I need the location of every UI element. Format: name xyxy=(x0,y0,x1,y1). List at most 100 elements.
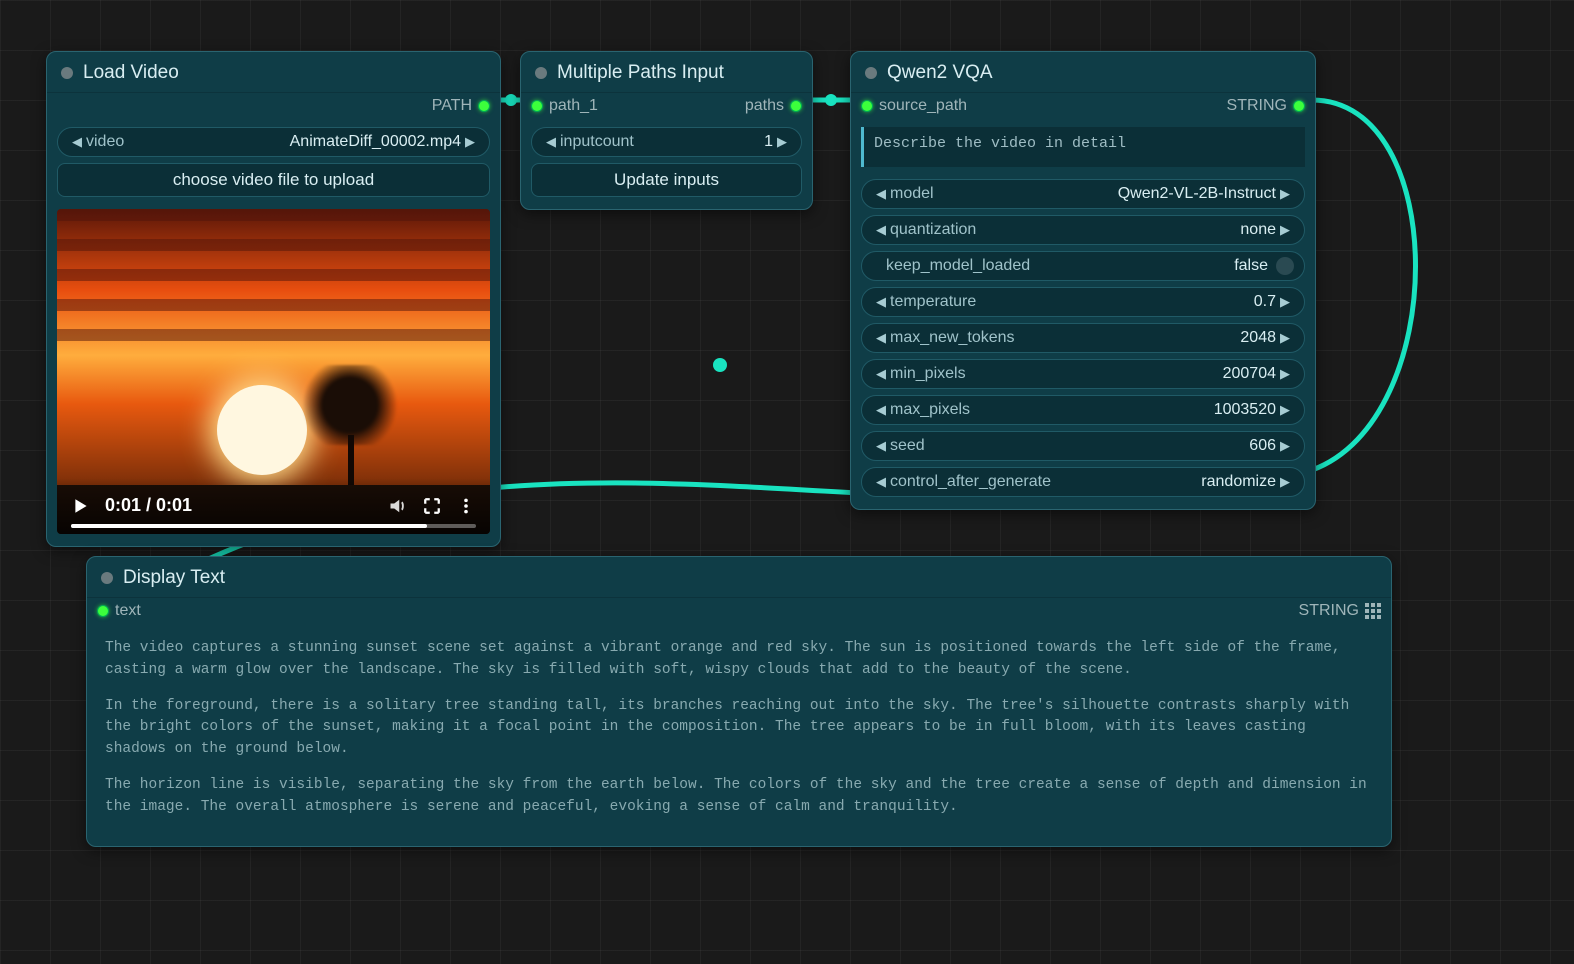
chevron-left-icon[interactable]: ◀ xyxy=(872,474,890,490)
update-inputs-button[interactable]: Update inputs xyxy=(531,163,802,197)
widget-value: none xyxy=(1240,221,1276,239)
chevron-right-icon[interactable]: ▶ xyxy=(1276,474,1294,490)
volume-icon[interactable] xyxy=(388,496,408,516)
widget-label: max_pixels xyxy=(890,401,970,419)
preview-tree xyxy=(295,365,405,485)
chevron-right-icon[interactable]: ▶ xyxy=(1276,294,1294,310)
chevron-left-icon[interactable]: ◀ xyxy=(872,402,890,418)
playback-time: 0:01 / 0:01 xyxy=(105,495,192,516)
widget-value: 1003520 xyxy=(1214,401,1276,419)
collapse-dot-icon[interactable] xyxy=(865,67,877,79)
chevron-left-icon[interactable]: ◀ xyxy=(872,438,890,454)
collapse-dot-icon[interactable] xyxy=(535,67,547,79)
widget-label: seed xyxy=(890,437,925,455)
control_after_generate-widget[interactable]: ◀control_after_generate randomize▶ xyxy=(861,467,1305,497)
display-text-body: The video captures a stunning sunset sce… xyxy=(87,624,1391,846)
node-display-text[interactable]: Display Text text STRING The video captu… xyxy=(86,556,1392,847)
chevron-left-icon[interactable]: ◀ xyxy=(872,330,890,346)
collapse-dot-icon[interactable] xyxy=(101,572,113,584)
node-header[interactable]: Qwen2 VQA xyxy=(851,52,1315,93)
widget-value: 2048 xyxy=(1240,329,1276,347)
chevron-left-icon[interactable]: ◀ xyxy=(68,134,86,150)
preview-clouds xyxy=(57,209,490,355)
node-load-video[interactable]: Load Video PATH ◀ video AnimateDiff_0000… xyxy=(46,51,501,547)
widget-label: temperature xyxy=(890,293,976,311)
chevron-left-icon[interactable]: ◀ xyxy=(872,294,890,310)
widget-label: max_new_tokens xyxy=(890,329,1015,347)
node-header[interactable]: Display Text xyxy=(87,557,1391,598)
output-slot-path: PATH xyxy=(47,93,500,119)
widget-label: control_after_generate xyxy=(890,473,1051,491)
temperature-widget[interactable]: ◀temperature 0.7▶ xyxy=(861,287,1305,317)
quantization-widget[interactable]: ◀quantization none▶ xyxy=(861,215,1305,245)
widget-label: inputcount xyxy=(560,133,634,151)
port-icon[interactable] xyxy=(1293,100,1305,112)
chevron-left-icon[interactable]: ◀ xyxy=(872,222,890,238)
output-label: paths xyxy=(745,97,784,115)
chevron-left-icon[interactable]: ◀ xyxy=(872,366,890,382)
chevron-right-icon[interactable]: ▶ xyxy=(1276,222,1294,238)
max_pixels-widget[interactable]: ◀max_pixels 1003520▶ xyxy=(861,395,1305,425)
inputcount-widget[interactable]: ◀ inputcount 1 ▶ xyxy=(531,127,802,157)
node-header[interactable]: Multiple Paths Input xyxy=(521,52,812,93)
node-header[interactable]: Load Video xyxy=(47,52,500,93)
widget-label: model xyxy=(890,185,934,203)
chevron-right-icon[interactable]: ▶ xyxy=(1276,330,1294,346)
chevron-right-icon[interactable]: ▶ xyxy=(1276,438,1294,454)
output-label: PATH xyxy=(432,97,472,115)
port-icon[interactable] xyxy=(478,100,490,112)
prompt-textarea[interactable]: Describe the video in detail xyxy=(861,127,1305,167)
chevron-right-icon[interactable]: ▶ xyxy=(1276,186,1294,202)
chevron-right-icon[interactable]: ▶ xyxy=(773,134,791,150)
widget-value: false xyxy=(1234,257,1268,275)
chevron-right-icon[interactable]: ▶ xyxy=(1276,402,1294,418)
input-label: text xyxy=(115,602,141,620)
chevron-left-icon[interactable]: ◀ xyxy=(542,134,560,150)
display-text-paragraph: The video captures a stunning sunset sce… xyxy=(105,638,1373,682)
widget-value: 200704 xyxy=(1223,365,1276,383)
port-icon[interactable] xyxy=(531,100,543,112)
display-text-paragraph: The horizon line is visible, separating … xyxy=(105,775,1373,819)
progress-bar[interactable] xyxy=(71,524,476,528)
grid-icon[interactable] xyxy=(1365,603,1381,619)
widget-value: Qwen2-VL-2B-Instruct xyxy=(1118,185,1276,203)
seed-widget[interactable]: ◀seed 606▶ xyxy=(861,431,1305,461)
collapse-dot-icon[interactable] xyxy=(61,67,73,79)
widget-value: 1 xyxy=(764,133,773,151)
port-icon[interactable] xyxy=(790,100,802,112)
widget-label: video xyxy=(86,133,124,151)
fullscreen-icon[interactable] xyxy=(422,496,442,516)
video-preview[interactable]: 0:01 / 0:01 xyxy=(57,209,490,534)
widget-label: keep_model_loaded xyxy=(886,257,1030,275)
input-label: path_1 xyxy=(549,97,598,115)
node-multiple-paths[interactable]: Multiple Paths Input path_1 paths ◀ inpu… xyxy=(520,51,813,210)
widget-value: 0.7 xyxy=(1254,293,1276,311)
chevron-left-icon[interactable]: ◀ xyxy=(872,186,890,202)
toggle-icon[interactable] xyxy=(1276,257,1294,275)
more-icon[interactable] xyxy=(456,496,476,516)
node-title: Multiple Paths Input xyxy=(557,62,724,84)
input-label: source_path xyxy=(879,97,967,115)
min_pixels-widget[interactable]: ◀min_pixels 200704▶ xyxy=(861,359,1305,389)
port-icon[interactable] xyxy=(97,605,109,617)
preview-sun xyxy=(217,385,307,475)
node-qwen2-vqa[interactable]: Qwen2 VQA source_path STRING Describe th… xyxy=(850,51,1316,510)
widget-value: randomize xyxy=(1201,473,1276,491)
port-icon[interactable] xyxy=(861,100,873,112)
output-label: STRING xyxy=(1227,97,1287,115)
choose-video-button[interactable]: choose video file to upload xyxy=(57,163,490,197)
keep_model_loaded-widget[interactable]: keep_model_loaded false xyxy=(861,251,1305,281)
chevron-right-icon[interactable]: ▶ xyxy=(1276,366,1294,382)
chevron-right-icon[interactable]: ▶ xyxy=(461,134,479,150)
play-icon[interactable] xyxy=(71,496,91,516)
node-title: Load Video xyxy=(83,62,179,84)
model-widget[interactable]: ◀model Qwen2-VL-2B-Instruct▶ xyxy=(861,179,1305,209)
max_new_tokens-widget[interactable]: ◀max_new_tokens 2048▶ xyxy=(861,323,1305,353)
node-title: Display Text xyxy=(123,567,225,589)
widget-value: 606 xyxy=(1249,437,1276,455)
widget-label: quantization xyxy=(890,221,976,239)
output-label: STRING xyxy=(1299,602,1359,620)
widget-value: AnimateDiff_00002.mp4 xyxy=(290,133,461,151)
widget-label: min_pixels xyxy=(890,365,966,383)
video-combo-widget[interactable]: ◀ video AnimateDiff_00002.mp4 ▶ xyxy=(57,127,490,157)
